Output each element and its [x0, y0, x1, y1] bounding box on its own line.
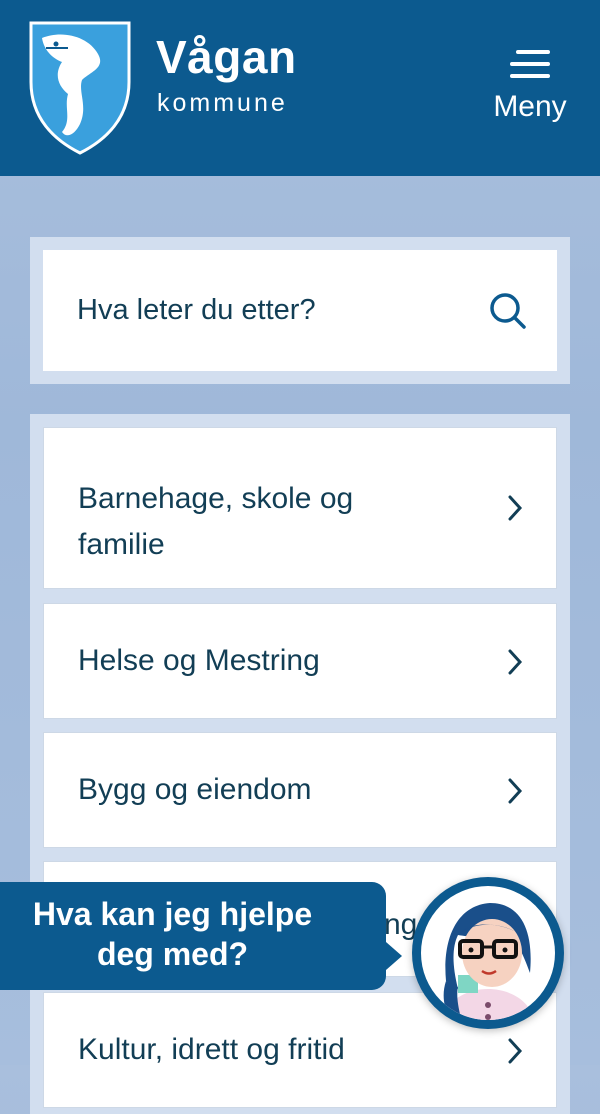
chevron-right-icon — [508, 778, 523, 804]
nav-item-label: Bygg og eiendom — [78, 773, 312, 806]
chat-prompt-bubble[interactable]: Hva kan jeg hjelpe deg med? — [0, 882, 402, 990]
nav-item-bygg[interactable]: Bygg og eiendom — [43, 732, 557, 848]
brand-subtitle: kommune — [157, 89, 288, 117]
assistant-face-icon — [421, 886, 555, 1020]
search-placeholder: Hva leter du etter? — [77, 294, 316, 326]
nav-item-barnehage[interactable]: Barnehage, skole og familie — [43, 427, 557, 589]
brand-title[interactable]: Vågan — [156, 30, 297, 84]
nav-item-helse[interactable]: Helse og Mestring — [43, 603, 557, 719]
chat-assistant-avatar[interactable] — [412, 877, 564, 1029]
search-icon[interactable] — [489, 292, 527, 330]
chevron-right-icon — [508, 649, 523, 675]
nav-item-label: Kultur, idrett og fritid — [78, 1033, 345, 1066]
vagan-coat-of-arms-logo[interactable] — [28, 20, 132, 156]
hamburger-icon — [510, 48, 550, 80]
nav-item-label: Barnehage, skole og — [78, 482, 354, 515]
chevron-right-icon — [508, 495, 523, 521]
chevron-right-icon — [508, 1038, 523, 1064]
chat-prompt-line2: deg med? — [96, 936, 249, 972]
search-input[interactable]: Hva leter du etter? — [43, 250, 557, 371]
menu-label: Meny — [493, 90, 567, 123]
menu-button[interactable]: Meny — [484, 48, 576, 132]
nav-item-label: Helse og Mestring — [78, 644, 320, 677]
nav-item-label: familie — [78, 528, 165, 561]
site-header: Vågan kommune Meny — [0, 0, 600, 176]
search-panel: Hva leter du etter? — [30, 237, 570, 384]
chat-prompt-line1: Hva kan jeg hjelpe — [32, 896, 313, 932]
